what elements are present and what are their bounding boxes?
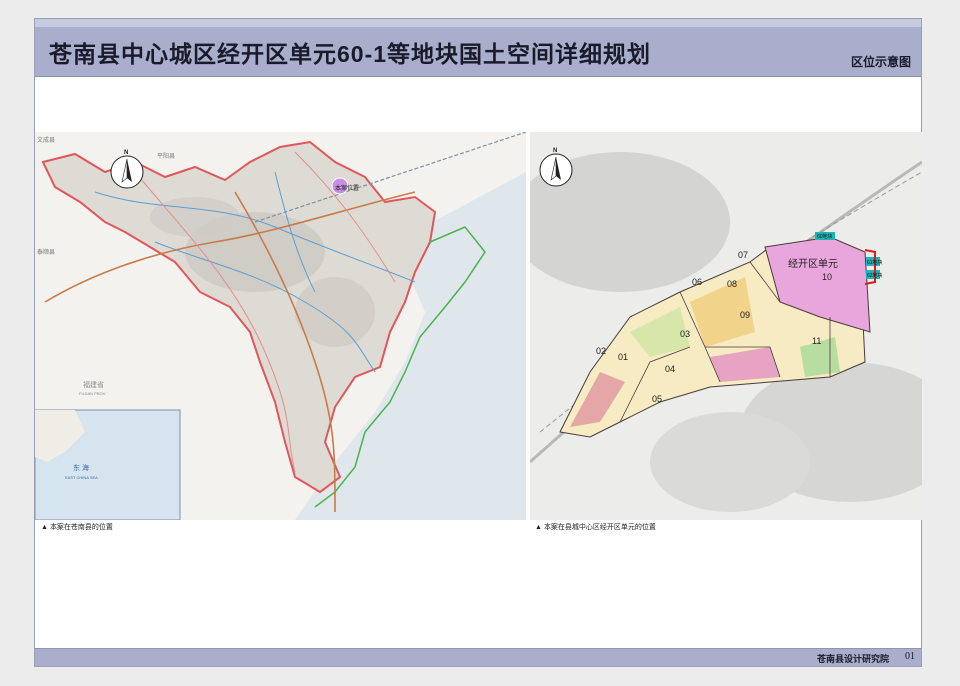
- left-caption-text: 本案在苍南县的位置: [49, 524, 113, 531]
- footer-bar: 苍南县设计研究院 01: [35, 648, 921, 666]
- title-bar: 苍南县中心城区经开区单元60-1等地块国土空间详细规划 区位示意图: [35, 19, 921, 77]
- triangle-icon: ▲: [41, 524, 48, 531]
- parcel-label: 11: [812, 336, 821, 346]
- north-label: N: [124, 150, 128, 156]
- right-caption-text: 本案在县城中心区经开区单元的位置: [543, 524, 656, 531]
- north-label: N: [553, 148, 557, 154]
- label-donghai-en: EAST CHINA SEA: [65, 475, 98, 480]
- plot-label-60: 60地块: [817, 233, 833, 240]
- unit-map-svg: N 经开区单元 10 01 02 03 04 05 06 07 08 09 11…: [530, 148, 922, 512]
- page-number: 01: [905, 651, 915, 662]
- parcel-label: 06: [692, 277, 702, 287]
- hill-shade: [295, 277, 375, 347]
- parcel-label: 01: [618, 352, 628, 362]
- left-map-caption: ▲ 本案在苍南县的位置: [41, 522, 113, 532]
- project-location-label: 本案位置: [335, 184, 359, 192]
- parcel-label: 04: [665, 364, 675, 374]
- label-fujian: 福建省: [83, 380, 104, 389]
- label-donghai: 东 海: [73, 463, 89, 472]
- hill-shade: [650, 412, 810, 512]
- parcel-label: 09: [740, 310, 750, 320]
- north-arrow-icon: [110, 155, 144, 189]
- county-map-svg: 东 海 EAST CHINA SEA 文成县 平阳县 泰顺县 福建省 FUJIA…: [35, 132, 526, 520]
- institute-name: 苍南县设计研究院: [816, 654, 889, 664]
- page-title: 苍南县中心城区经开区单元60-1等地块国土空间详细规划: [49, 41, 652, 67]
- parcel-label: 07: [738, 250, 748, 260]
- north-arrow-icon: [539, 153, 573, 187]
- triangle-icon: ▲: [535, 524, 542, 531]
- parcel-label: 03: [680, 329, 690, 339]
- label-fujian-en: FUJIAN PROV.: [79, 391, 106, 396]
- label-taishun: 泰顺县: [37, 248, 55, 256]
- plot-label-62: 62地块: [867, 272, 883, 279]
- unit-label: 经开区单元: [788, 257, 838, 270]
- drawing-sheet: 苍南县中心城区经开区单元60-1等地块国土空间详细规划 区位示意图 东 海 EA…: [34, 18, 922, 667]
- label-pingyang: 平阳县: [157, 152, 175, 160]
- hill-shade: [150, 197, 240, 237]
- plot-label-61: 61地块: [867, 259, 883, 266]
- unit-location-map: N 经开区单元 10 01 02 03 04 05 06 07 08 09 11…: [530, 132, 922, 520]
- parcel-label: 08: [727, 279, 737, 289]
- right-map-caption: ▲ 本案在县城中心区经开区单元的位置: [535, 522, 656, 532]
- county-location-map: 东 海 EAST CHINA SEA 文成县 平阳县 泰顺县 福建省 FUJIA…: [35, 132, 526, 520]
- title-stripe: [35, 19, 921, 27]
- parcel-label: 02: [596, 346, 606, 356]
- parcel-label: 10: [822, 272, 832, 282]
- page-subtitle: 区位示意图: [850, 55, 911, 69]
- label-wencheng: 文成县: [37, 136, 55, 144]
- parcel-label: 05: [652, 394, 662, 404]
